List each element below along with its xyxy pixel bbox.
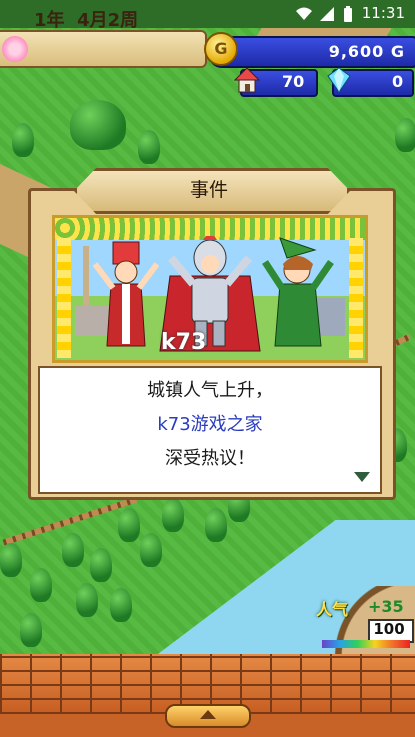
crystals-count: 0	[392, 72, 404, 91]
month-label: 4月	[77, 10, 108, 31]
battery-icon	[344, 6, 352, 22]
signal-icon	[320, 7, 334, 21]
house-icon	[234, 67, 260, 93]
flower-icon	[2, 36, 28, 62]
event-illustration: k73	[52, 215, 368, 363]
menu-expand-button[interactable]	[165, 704, 251, 728]
houses-count: 70	[282, 72, 305, 91]
cheering-characters	[75, 236, 345, 352]
popularity-trend: +35	[368, 597, 404, 616]
message-line-1: 城镇人气上升，	[147, 380, 273, 401]
popularity-label: 人气	[316, 600, 349, 619]
clock: 11:31	[361, 4, 405, 22]
up-arrow-icon	[200, 710, 216, 719]
money-amount: 9,600 G	[328, 42, 405, 61]
crystal-icon	[327, 67, 351, 93]
gold-coin-icon: G	[204, 32, 238, 66]
date-display	[0, 30, 207, 68]
watermark: k73	[161, 330, 207, 355]
date-text: 1年 4月2周	[34, 6, 138, 32]
dialog-title: 事件	[189, 179, 228, 201]
message-line-2: k73游戏之家	[157, 414, 263, 435]
week-label: 2周	[107, 10, 139, 31]
wifi-icon	[296, 7, 312, 20]
year-label: 1年	[34, 10, 65, 31]
event-message-box[interactable]: 城镇人气上升， k73游戏之家 深受热议！	[38, 366, 382, 494]
popularity-bar	[322, 640, 410, 648]
popularity-value: 100	[373, 620, 405, 638]
message-line-3: 深受热议！	[165, 448, 255, 469]
next-arrow-icon[interactable]	[354, 472, 370, 482]
